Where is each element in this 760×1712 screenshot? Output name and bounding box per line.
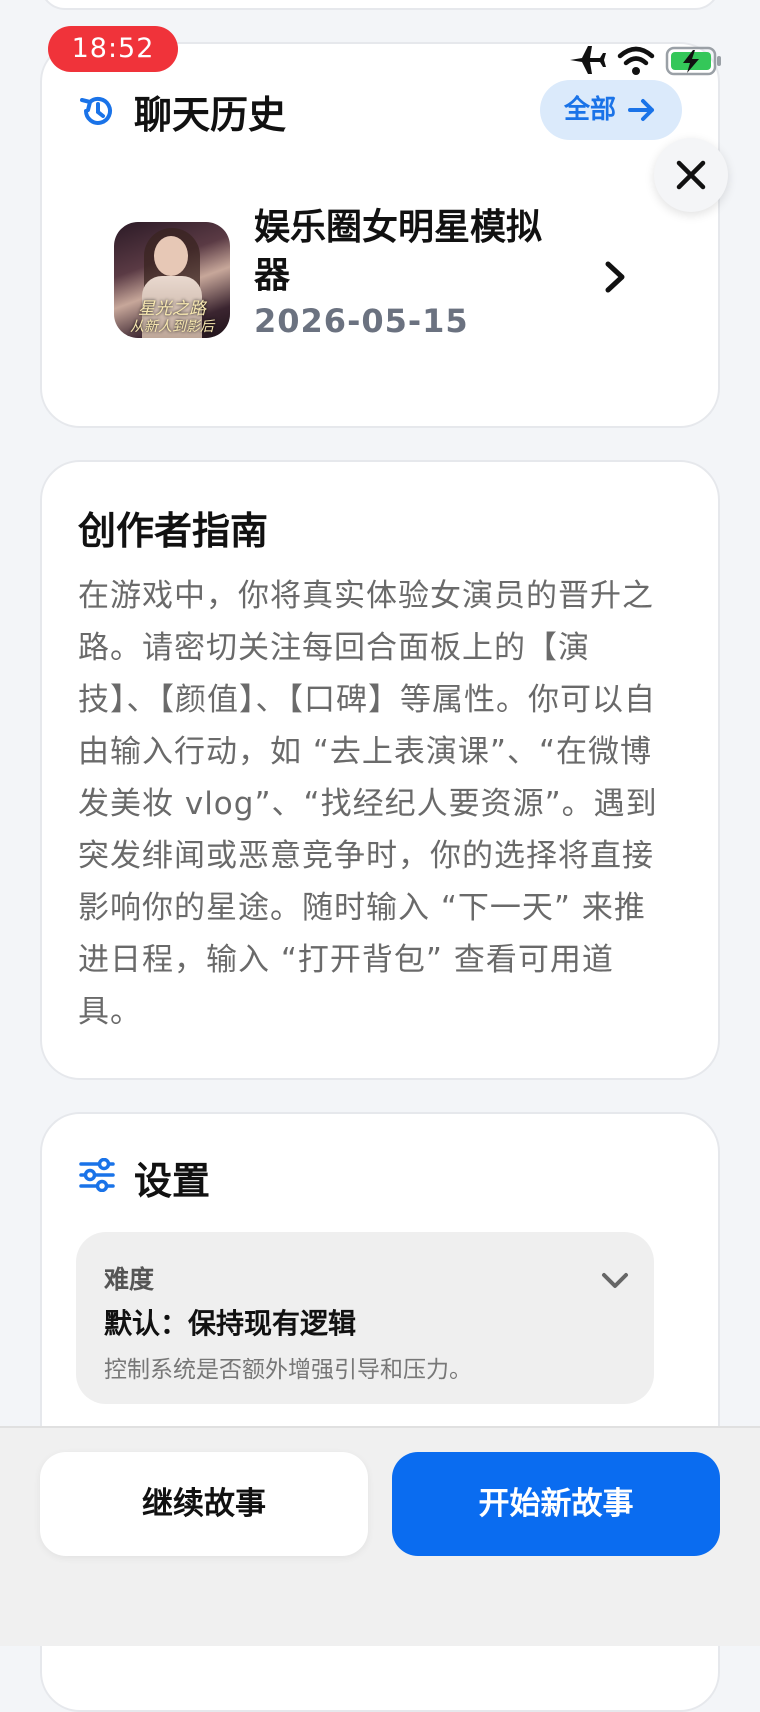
game-thumbnail: 星光之路 从新人到影后	[114, 222, 230, 338]
game-date: 2026-05-15	[254, 302, 469, 340]
view-all-label: 全部	[564, 95, 617, 125]
difficulty-select[interactable]: 难度 默认：保持现有逻辑 控制系统是否额外增强引导和压力。	[76, 1232, 654, 1404]
creator-guide-text: 在游戏中，你将真实体验女演员的晋升之路。请密切关注每回合面板上的【演技】、【颜值…	[78, 578, 658, 1030]
difficulty-label: 难度	[104, 1265, 155, 1294]
close-icon	[676, 160, 706, 190]
airplane-icon	[570, 46, 606, 74]
status-time: 18:52	[48, 26, 178, 72]
game-name: 娱乐圈女明星模拟器	[254, 207, 543, 296]
view-all-button[interactable]: 全部	[540, 80, 682, 140]
continue-story-button[interactable]: 继续故事	[40, 1452, 368, 1556]
new-story-button[interactable]: 开始新故事	[392, 1452, 720, 1556]
sliders-icon	[79, 1158, 115, 1192]
chat-history-title: 聊天历史	[134, 93, 287, 137]
creator-guide-title: 创作者指南	[78, 509, 269, 553]
chat-history-card: 聊天历史 全部 星光之路 从新人到影后 娱乐圈女明星模拟器 2026-05-15	[40, 42, 720, 428]
close-button[interactable]	[654, 138, 728, 212]
difficulty-value: 默认：保持现有逻辑	[104, 1307, 357, 1340]
wifi-icon	[617, 46, 655, 75]
difficulty-help: 控制系统是否额外增强引导和压力。	[104, 1357, 472, 1383]
history-icon	[80, 96, 112, 125]
battery-charging-icon	[665, 46, 721, 76]
chevron-right-icon	[605, 261, 625, 293]
creator-guide-card: 创作者指南 在游戏中，你将真实体验女演员的晋升之路。请密切关注每回合面板上的【演…	[40, 460, 720, 1080]
arrow-right-icon	[628, 99, 654, 121]
bottom-action-bar: 继续故事 开始新故事	[0, 1426, 760, 1646]
chevron-down-icon	[602, 1273, 628, 1288]
settings-title: 设置	[134, 1159, 211, 1203]
thumbnail-subcaption: 从新人到影后	[130, 319, 214, 335]
status-icons	[570, 46, 721, 76]
previous-card-edge	[40, 0, 720, 10]
